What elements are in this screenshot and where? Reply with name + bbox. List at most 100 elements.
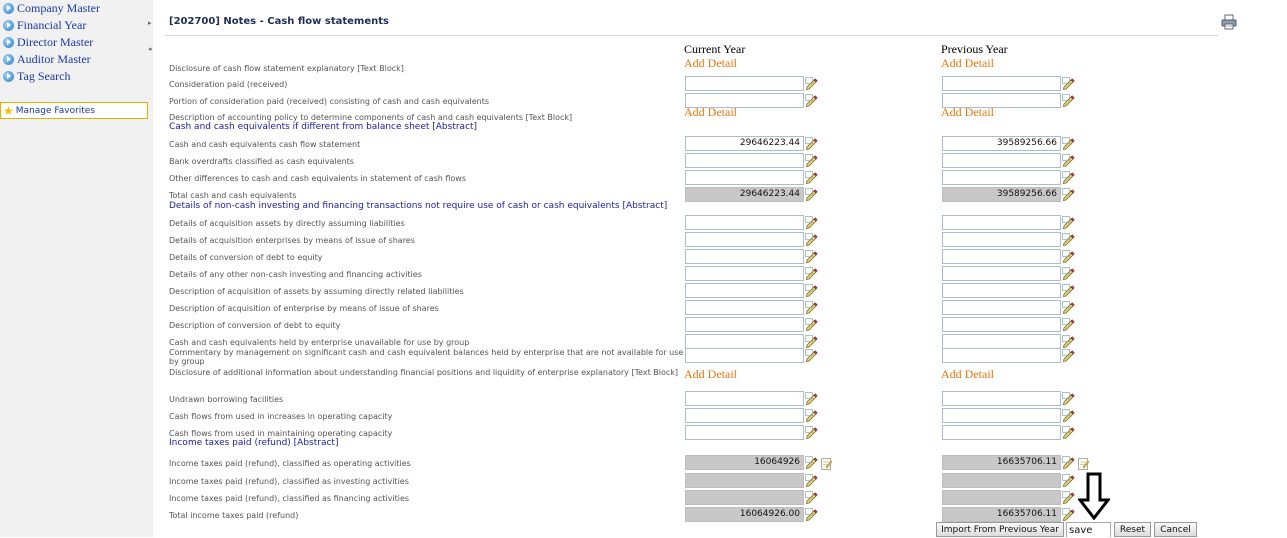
edit-pencil-icon[interactable] (805, 231, 818, 247)
edit-pencil-icon[interactable] (805, 506, 818, 522)
edit-pencil-icon[interactable] (1062, 186, 1075, 202)
edit-pencil-icon[interactable] (805, 299, 818, 315)
edit-pencil-icon[interactable] (805, 316, 818, 332)
edit-pencil-icon[interactable] (1062, 472, 1075, 488)
edit-pencil-icon[interactable] (805, 152, 818, 168)
edit-pencil-icon[interactable] (1062, 407, 1075, 423)
current-year-input[interactable] (685, 300, 804, 315)
edit-pencil-icon[interactable] (805, 248, 818, 264)
current-year-input[interactable] (685, 266, 804, 281)
current-year-input[interactable] (685, 76, 804, 91)
edit-pencil-icon[interactable] (1062, 333, 1075, 349)
edit-pencil-icon[interactable] (1062, 424, 1075, 440)
previous-year-input[interactable] (942, 348, 1061, 363)
edit-pencil-icon[interactable] (1062, 299, 1075, 315)
current-year-input[interactable] (685, 391, 804, 406)
previous-year-input[interactable] (942, 266, 1061, 281)
edit-pencil-icon[interactable] (1062, 231, 1075, 247)
current-year-input[interactable] (685, 408, 804, 423)
edit-pencil-icon[interactable] (1062, 248, 1075, 264)
current-year-input: 29646223.44 (685, 187, 804, 202)
manage-favorites-button[interactable]: ★ Manage Favorites (0, 102, 148, 119)
previous-year-input[interactable] (942, 300, 1061, 315)
edit-pencil-icon[interactable] (805, 347, 818, 363)
row-label: Commentary by management on significant … (169, 348, 684, 366)
edit-pencil-icon[interactable] (805, 135, 818, 151)
note-icon[interactable] (821, 455, 833, 470)
sidebar-item-financial-year[interactable]: Financial Year (3, 17, 86, 33)
edit-pencil-icon[interactable] (805, 489, 818, 505)
edit-pencil-icon[interactable] (1062, 454, 1075, 470)
edit-pencil-icon[interactable] (805, 424, 818, 440)
previous-year-input[interactable] (942, 425, 1061, 440)
import-from-previous-year-button[interactable]: Import From Previous Year (936, 522, 1064, 537)
previous-year-input[interactable] (942, 153, 1061, 168)
edit-pencil-icon[interactable] (1062, 489, 1075, 505)
add-detail-previous-link[interactable]: Add Detail (941, 56, 994, 71)
add-detail-previous-link[interactable]: Add Detail (941, 105, 994, 120)
edit-pencil-icon[interactable] (1062, 169, 1075, 185)
current-year-input[interactable] (685, 348, 804, 363)
edit-pencil-icon[interactable] (1062, 390, 1075, 406)
current-year-input[interactable] (685, 170, 804, 185)
reset-button[interactable]: Reset (1114, 522, 1151, 537)
previous-year-input[interactable] (942, 215, 1061, 230)
edit-pencil-icon[interactable] (805, 282, 818, 298)
edit-pencil-icon[interactable] (1062, 92, 1075, 108)
previous-year-input[interactable] (942, 283, 1061, 298)
previous-year-input[interactable] (942, 170, 1061, 185)
current-year-input[interactable] (685, 425, 804, 440)
edit-pencil-icon[interactable] (805, 333, 818, 349)
current-year-input[interactable] (685, 215, 804, 230)
edit-pencil-icon[interactable] (805, 75, 818, 91)
edit-pencil-icon[interactable] (805, 186, 818, 202)
edit-pencil-icon[interactable] (805, 214, 818, 230)
printer-icon[interactable] (1221, 14, 1237, 30)
sidebar-item-company-master[interactable]: Company Master (3, 0, 100, 16)
previous-year-input[interactable] (942, 334, 1061, 349)
edit-pencil-icon[interactable] (805, 472, 818, 488)
edit-pencil-icon[interactable] (805, 390, 818, 406)
edit-pencil-icon[interactable] (1062, 135, 1075, 151)
edit-pencil-icon[interactable] (1062, 75, 1075, 91)
edit-pencil-icon[interactable] (1062, 347, 1075, 363)
current-year-input[interactable] (685, 283, 804, 298)
edit-pencil-icon[interactable] (1062, 265, 1075, 281)
down-arrow-icon (1078, 472, 1110, 520)
sidebar-item-auditor-master[interactable]: Auditor Master (3, 51, 91, 67)
save-button[interactable]: save (1066, 522, 1111, 537)
add-detail-current-link[interactable]: Add Detail (684, 367, 737, 382)
previous-year-input[interactable] (942, 317, 1061, 332)
expand-arrow-icon[interactable]: ◂ (148, 45, 152, 53)
current-year-input[interactable] (685, 232, 804, 247)
edit-pencil-icon[interactable] (1062, 316, 1075, 332)
cancel-button[interactable]: Cancel (1154, 522, 1197, 537)
edit-pencil-icon[interactable] (1062, 282, 1075, 298)
current-year-input[interactable] (685, 153, 804, 168)
previous-year-input[interactable] (942, 408, 1061, 423)
edit-pencil-icon[interactable] (1062, 506, 1075, 522)
note-icon[interactable] (1078, 455, 1090, 470)
edit-pencil-icon[interactable] (805, 454, 818, 470)
current-year-input[interactable]: 29646223.44 (685, 136, 804, 151)
current-year-input[interactable] (685, 317, 804, 332)
edit-pencil-icon[interactable] (1062, 214, 1075, 230)
edit-pencil-icon[interactable] (805, 407, 818, 423)
edit-pencil-icon[interactable] (805, 92, 818, 108)
previous-year-input[interactable] (942, 249, 1061, 264)
previous-year-input[interactable]: 39589256.66 (942, 136, 1061, 151)
current-year-input[interactable] (685, 334, 804, 349)
edit-pencil-icon[interactable] (805, 265, 818, 281)
previous-year-input[interactable] (942, 391, 1061, 406)
add-detail-previous-link[interactable]: Add Detail (941, 367, 994, 382)
add-detail-current-link[interactable]: Add Detail (684, 56, 737, 71)
edit-pencil-icon[interactable] (805, 169, 818, 185)
previous-year-input[interactable] (942, 232, 1061, 247)
sidebar-item-tag-search[interactable]: Tag Search (3, 68, 70, 84)
add-detail-current-link[interactable]: Add Detail (684, 105, 737, 120)
previous-year-input[interactable] (942, 76, 1061, 91)
sidebar-item-director-master[interactable]: Director Master (3, 34, 93, 50)
edit-pencil-icon[interactable] (1062, 152, 1075, 168)
current-year-input[interactable] (685, 249, 804, 264)
collapse-arrow-icon[interactable]: ▸ (148, 19, 152, 27)
